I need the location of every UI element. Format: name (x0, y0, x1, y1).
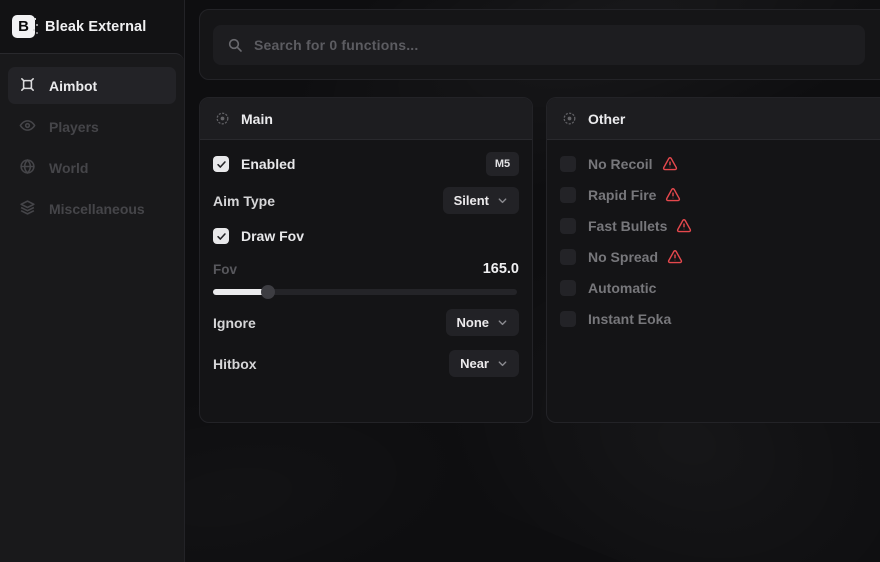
ignore-label: Ignore (213, 315, 256, 331)
sidebar-item-label: Miscellaneous (49, 201, 145, 217)
sidebar-item-players[interactable]: Players (8, 108, 176, 145)
feature-label: Fast Bullets (588, 218, 667, 234)
aim-type-row: Aim Type Silent (213, 187, 519, 214)
warning-icon (665, 187, 681, 203)
feature-label: No Recoil (588, 156, 653, 172)
enabled-label: Enabled (241, 156, 295, 172)
other-panel-title: Other (588, 111, 625, 127)
hitbox-row: Hitbox Near (213, 350, 519, 377)
aim-type-select[interactable]: Silent (443, 187, 519, 214)
feature-row: No Recoil (560, 151, 880, 177)
ignore-select[interactable]: None (446, 309, 520, 336)
enabled-checkbox[interactable] (213, 156, 229, 172)
layers-icon (19, 199, 36, 219)
feature-row: Fast Bullets (560, 213, 880, 239)
eye-icon (19, 117, 36, 137)
sidebar: B Bleak External Aimbot Players (0, 0, 185, 562)
feature-row: Automatic (560, 275, 880, 301)
aim-type-label: Aim Type (213, 193, 275, 209)
globe-icon (19, 158, 36, 178)
fov-slider-track[interactable] (213, 289, 517, 295)
feature-checkbox[interactable] (560, 249, 576, 265)
ignore-value: None (457, 315, 490, 330)
draw-fov-checkbox[interactable] (213, 228, 229, 244)
aim-type-value: Silent (454, 193, 489, 208)
enabled-row: Enabled M5 (213, 152, 519, 176)
hitbox-label: Hitbox (213, 356, 257, 372)
sidebar-item-aimbot[interactable]: Aimbot (8, 67, 176, 104)
main-panel: Main Enabled M5 Aim Type Silent (199, 97, 533, 423)
gear-icon (562, 111, 577, 126)
other-panel: Other No Recoil Rapid Fire Fast Bullets (546, 97, 880, 423)
enabled-keybind-button[interactable]: M5 (486, 152, 519, 176)
search-icon (227, 37, 243, 53)
draw-fov-label: Draw Fov (241, 228, 304, 244)
other-panel-header: Other (547, 98, 880, 140)
ignore-row: Ignore None (213, 309, 519, 336)
sidebar-item-label: World (49, 160, 88, 176)
search-placeholder: Search for 0 functions... (254, 37, 418, 53)
feature-label: Rapid Fire (588, 187, 656, 203)
search-panel: Search for 0 functions... (199, 9, 880, 80)
sidebar-item-world[interactable]: World (8, 149, 176, 186)
feature-checkbox[interactable] (560, 187, 576, 203)
content-area: Search for 0 functions... Main Enabled M… (185, 0, 880, 562)
fov-row: Fov 165.0 (213, 260, 519, 278)
fov-slider-thumb[interactable] (261, 285, 275, 299)
hitbox-select[interactable]: Near (449, 350, 519, 377)
crosshair-icon (19, 76, 36, 96)
chevron-down-icon (497, 195, 508, 206)
app-logo-icon: B (12, 15, 35, 38)
feature-checkbox[interactable] (560, 156, 576, 172)
feature-checkbox[interactable] (560, 311, 576, 327)
feature-label: No Spread (588, 249, 658, 265)
warning-icon (676, 218, 692, 234)
draw-fov-row: Draw Fov (213, 224, 519, 248)
sidebar-nav: Aimbot Players World (0, 53, 184, 562)
app-title: Bleak External (45, 19, 146, 35)
hitbox-value: Near (460, 356, 489, 371)
fov-value: 165.0 (483, 261, 519, 277)
sidebar-item-label: Players (49, 119, 99, 135)
gear-icon (215, 111, 230, 126)
fov-slider-fill (213, 289, 268, 295)
brand: B Bleak External (0, 0, 184, 53)
warning-icon (662, 156, 678, 172)
feature-label: Instant Eoka (588, 311, 671, 327)
fov-label: Fov (213, 262, 237, 277)
main-panel-title: Main (241, 111, 273, 127)
warning-icon (667, 249, 683, 265)
feature-label: Automatic (588, 280, 656, 296)
feature-row: Instant Eoka (560, 306, 880, 332)
feature-checkbox[interactable] (560, 218, 576, 234)
feature-checkbox[interactable] (560, 280, 576, 296)
feature-row: Rapid Fire (560, 182, 880, 208)
fov-slider[interactable] (213, 285, 519, 299)
sidebar-item-miscellaneous[interactable]: Miscellaneous (8, 190, 176, 227)
sidebar-item-label: Aimbot (49, 78, 97, 94)
main-panel-header: Main (200, 98, 532, 140)
chevron-down-icon (497, 358, 508, 369)
search-input[interactable]: Search for 0 functions... (213, 25, 865, 65)
feature-row: No Spread (560, 244, 880, 270)
chevron-down-icon (497, 317, 508, 328)
